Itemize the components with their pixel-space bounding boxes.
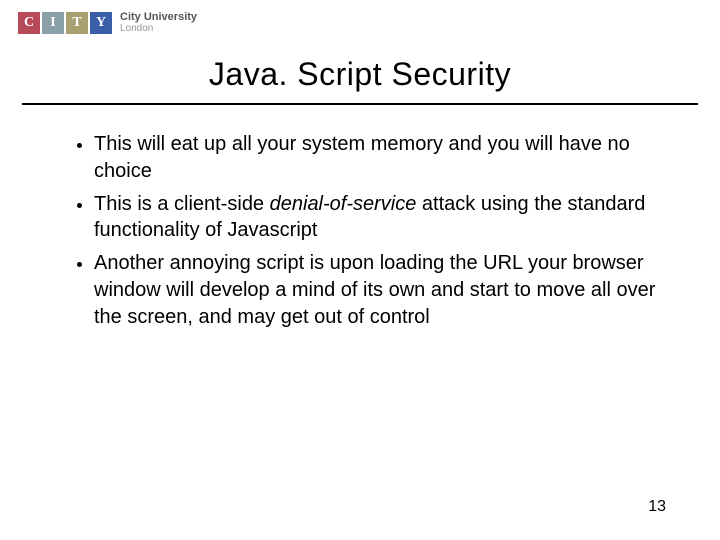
logo-letter: Y <box>90 12 112 34</box>
list-item: Another annoying script is upon loading … <box>94 250 662 330</box>
list-item: This will eat up all your system memory … <box>94 131 662 185</box>
slide: C I T Y City University London Java. Scr… <box>0 0 720 540</box>
list-item: This is a client-side denial-of-service … <box>94 191 662 245</box>
bullet-text: This is a client-side <box>94 193 270 215</box>
university-name: City University <box>120 12 197 24</box>
bullet-list: This will eat up all your system memory … <box>0 131 720 331</box>
logo-letter: C <box>18 12 40 34</box>
page-number: 13 <box>648 498 666 516</box>
university-city: London <box>120 24 197 35</box>
university-text: City University London <box>120 12 197 34</box>
logo-blocks: C I T Y <box>18 12 112 34</box>
university-logo: C I T Y City University London <box>0 12 720 34</box>
bullet-em: denial-of-service <box>270 193 417 215</box>
logo-letter: T <box>66 12 88 34</box>
bullet-text: This will eat up all your system memory … <box>94 133 630 182</box>
logo-letter: I <box>42 12 64 34</box>
bullet-text: Another annoying script is upon loading … <box>94 252 655 328</box>
title-rule <box>22 103 698 105</box>
slide-title: Java. Script Security <box>0 56 720 93</box>
